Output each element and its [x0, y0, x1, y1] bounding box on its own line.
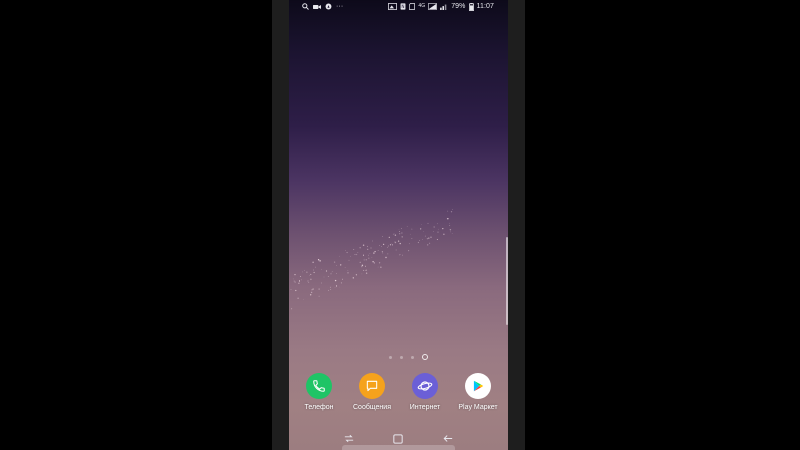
messages-icon: [359, 373, 385, 399]
page-dot[interactable]: [411, 355, 414, 359]
nfc-icon: N: [400, 3, 406, 10]
dock-app-label: Интернет: [409, 404, 441, 411]
right-letterbox: [508, 0, 525, 450]
wifi-signal-icon: [428, 3, 438, 10]
dock-app-messages[interactable]: Сообщения: [345, 373, 399, 412]
edge-panel-handle[interactable]: [506, 237, 508, 325]
phone-home-screen: ··· N 4G 79% 11:07 Телефон Сообщения Инт…: [289, 0, 508, 450]
record-icon: [325, 3, 332, 10]
page-dot-active[interactable]: [422, 354, 428, 360]
network-type-label: 4G: [418, 3, 426, 9]
dock-app-play-store[interactable]: Play Маркет: [451, 373, 505, 412]
battery-icon: [468, 2, 474, 11]
dock-app-label: Play Маркет: [458, 404, 498, 411]
internet-icon: [412, 373, 438, 399]
page-dot[interactable]: [389, 355, 392, 359]
cell-signal-icon: [440, 3, 448, 10]
gesture-handle: [342, 445, 455, 450]
sd-card-icon: [409, 3, 416, 10]
dock-app-internet[interactable]: Интернет: [398, 373, 452, 412]
more-notifications-indicator: ···: [336, 3, 344, 10]
video-camera-icon: [313, 4, 321, 10]
search-icon: [302, 3, 309, 10]
svg-text:N: N: [402, 4, 405, 9]
play-store-icon: [465, 373, 491, 399]
phone-icon: [306, 373, 332, 399]
app-dock: Телефон Сообщения Интернет Play Маркет: [289, 373, 508, 418]
page-dot[interactable]: [400, 355, 403, 359]
home-page-indicator: [289, 354, 508, 360]
clock: 11:07: [476, 3, 494, 10]
back-icon[interactable]: [441, 432, 455, 446]
left-letterbox: [272, 0, 289, 450]
screen-mirror-icon: [388, 3, 398, 10]
recents-icon[interactable]: [342, 432, 356, 446]
dock-app-label: Телефон: [304, 404, 334, 411]
screen-recording-frame: ··· N 4G 79% 11:07 Телефон Сообщения Инт…: [0, 0, 800, 450]
status-bar: ··· N 4G 79% 11:07: [289, 0, 508, 13]
dock-app-phone[interactable]: Телефон: [292, 373, 346, 412]
battery-percent: 79%: [451, 3, 466, 10]
dock-app-label: Сообщения: [353, 404, 391, 411]
home-icon[interactable]: [391, 432, 405, 446]
wallpaper-sparkles: [290, 209, 453, 310]
